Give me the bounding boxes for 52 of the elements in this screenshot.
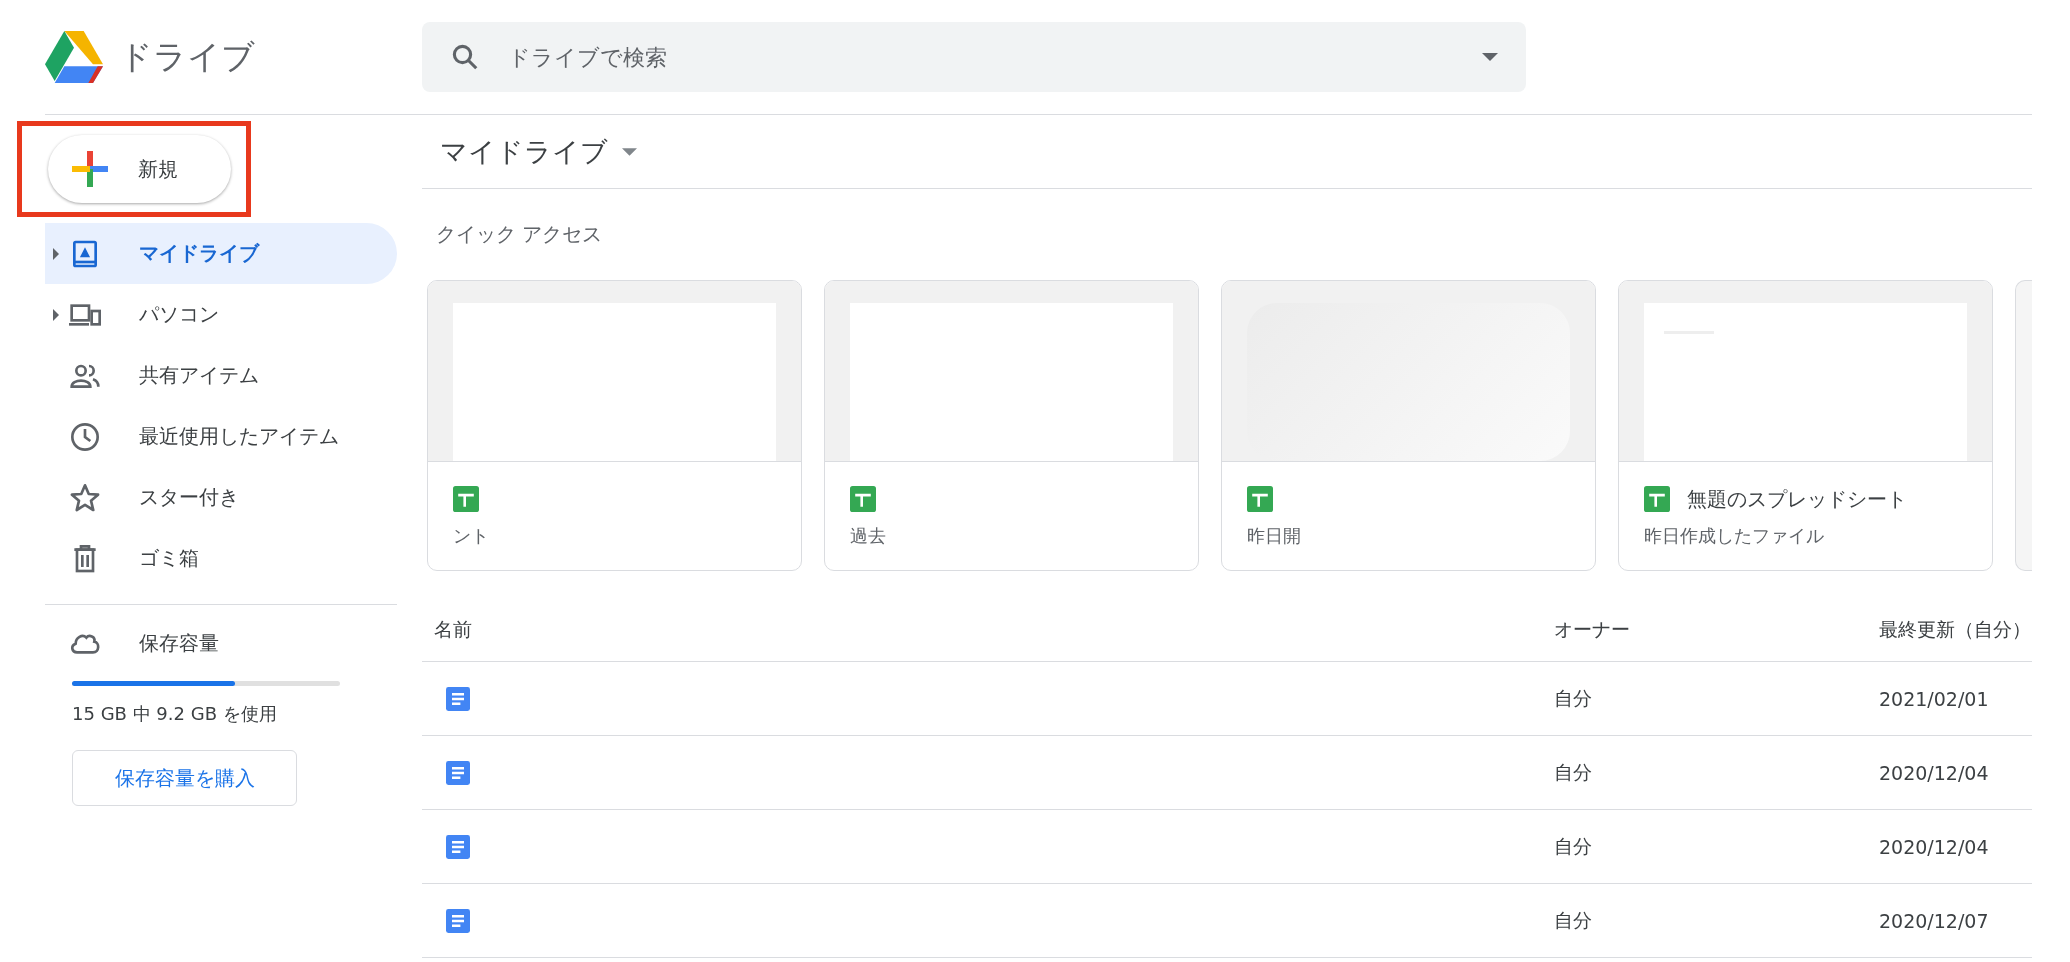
owner-cell-text: 自分 [1554,907,1593,933]
date-cell-text: 2020/12/07 [1879,909,1990,932]
sidebar-item[interactable]: パソコン [45,284,397,345]
column-header[interactable]: 最終更新（自分） [1879,617,2032,643]
folder-title[interactable]: マイドライブ [440,133,608,170]
file-card[interactable]: 無題のスプレッドシート 昨日作成したファイル [1618,280,1993,571]
expand-caret-icon[interactable] [52,308,60,321]
document-icon [446,759,470,786]
star-icon [69,481,101,514]
date-cell-text: 2020/12/04 [1879,835,1990,858]
drive-logo-icon [45,31,103,83]
dropdown-caret-icon[interactable] [622,147,637,156]
column-header[interactable]: 名前 [422,617,1554,643]
sidebar-item[interactable]: 共有アイテム [45,345,397,406]
sidebar-item[interactable]: スター付き [45,467,397,528]
section-title: クイック アクセス [436,221,604,248]
file-subtitle: 昨日作成したファイル [1644,524,1825,548]
file-subtitle: ント [453,524,490,548]
file-subtitle: 過去 [850,524,887,548]
spreadsheet-icon [850,486,876,512]
sidebar-item[interactable]: ゴミ箱 [45,528,397,589]
file-card[interactable]: ント [427,280,802,571]
app-title: ドライブ [119,35,255,78]
sidebar-item[interactable]: 最近使用したアイテム [45,406,397,467]
date-cell-text: 2021/02/01 [1879,687,1990,710]
owner-cell-text: 自分 [1554,833,1593,859]
file-name: 無題のスプレッドシート [1687,485,1907,513]
buy-storage-button[interactable]: 保存容量を購入 [72,750,297,806]
search-field[interactable]: ドライブで検索 [506,43,1456,71]
owner-cell-text: 自分 [1554,685,1593,711]
sidebar-item[interactable]: マイドライブ [45,223,397,284]
file-subtitle: 昨日開 [1247,524,1302,548]
spreadsheet-icon [453,486,479,512]
plus-icon [72,151,108,187]
document-icon [446,685,470,712]
clock-icon [69,420,101,453]
expand-caret-icon[interactable] [52,247,60,260]
search-icon [450,42,480,72]
storage-label: 保存容量 [139,629,219,657]
search-bar[interactable]: ドライブで検索 [422,22,1526,92]
column-header[interactable]: オーナー [1554,617,1879,643]
file-card[interactable]: 過去 [824,280,1199,571]
document-icon [446,833,470,860]
spreadsheet-icon [1644,486,1670,512]
document-icon [446,907,470,934]
file-card[interactable]: 昨日開 [1221,280,1596,571]
date-cell-text: 2020/12/04 [1879,761,1990,784]
owner-cell-text: 自分 [1554,759,1593,785]
dropdown-caret-icon[interactable] [1482,53,1498,61]
storage-usage: 15 GB 中 9.2 GB を使用 [72,702,278,726]
new-button[interactable]: 新規 [48,135,231,203]
spreadsheet-icon [1247,486,1273,512]
